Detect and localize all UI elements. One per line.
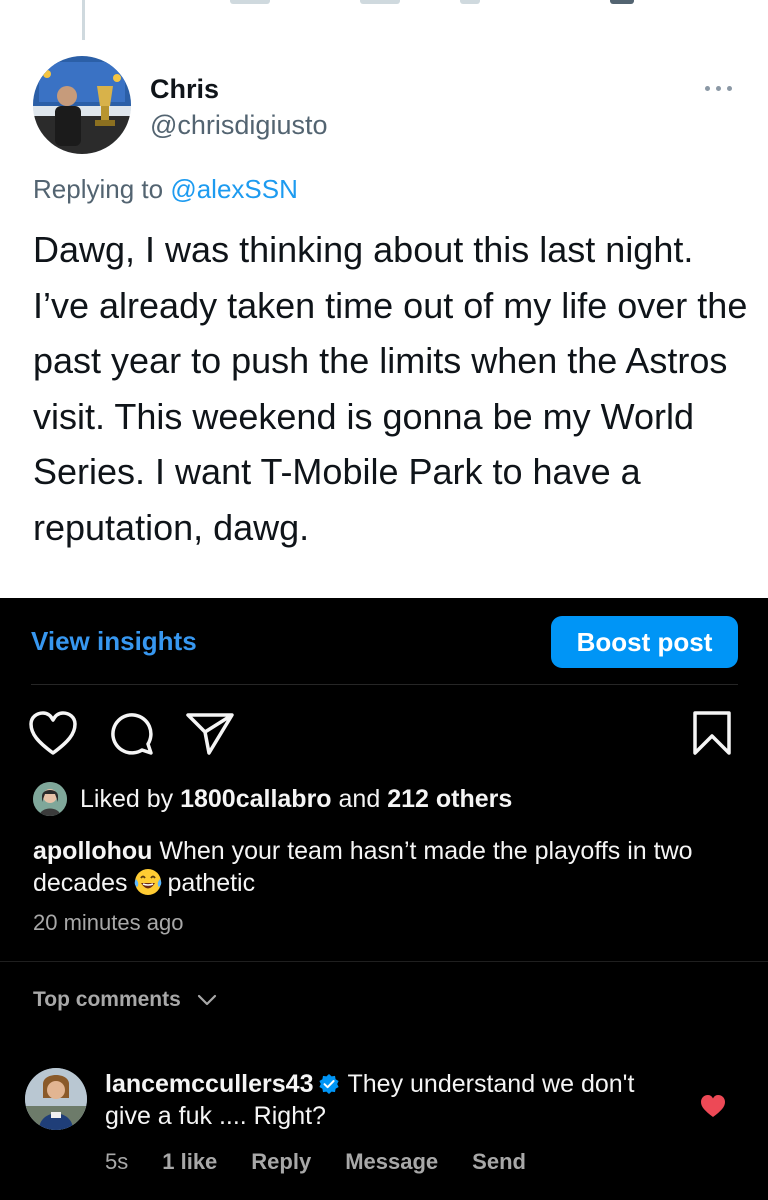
embedded-tweet: Chris @chrisdigiusto Replying to @alexSS… — [0, 0, 768, 598]
chevron-down-icon — [197, 994, 216, 1006]
replying-to-line: Replying to @alexSSN — [33, 174, 298, 205]
bookmark-icon[interactable] — [691, 710, 733, 756]
replying-to-handle[interactable]: @alexSSN — [170, 174, 298, 204]
laughing-tears-emoji-icon — [134, 869, 161, 895]
heart-outline-icon[interactable] — [28, 710, 78, 756]
paper-plane-icon[interactable] — [185, 710, 235, 756]
top-comments-label: Top comments — [33, 988, 181, 1011]
tweet-text: Dawg, I was thinking about this last nig… — [33, 229, 748, 548]
comment-actions-row: 5s 1 like Reply Message Send — [105, 1149, 560, 1175]
heart-filled-icon[interactable] — [700, 1094, 726, 1118]
liked-by-connector: and — [338, 784, 381, 813]
post-caption: apollohou When your team hasn’t made the… — [33, 836, 738, 899]
top-comments-sort[interactable]: Top comments — [33, 988, 217, 1012]
liked-by-others[interactable]: 212 others — [387, 785, 512, 814]
liked-by-user[interactable]: 1800callabro — [180, 785, 332, 814]
message-button[interactable]: Message — [345, 1149, 438, 1175]
divider — [31, 684, 738, 685]
boost-post-button[interactable]: Boost post — [551, 616, 738, 668]
reply-button[interactable]: Reply — [251, 1149, 311, 1175]
post-timestamp: 20 minutes ago — [33, 910, 184, 935]
view-insights-link[interactable]: View insights — [31, 626, 197, 657]
caption-text-end: pathetic — [167, 869, 256, 897]
comment-likes-count[interactable]: 1 like — [162, 1149, 217, 1175]
author-avatar[interactable] — [33, 56, 131, 154]
liker-avatar[interactable] — [33, 782, 67, 816]
liked-by-row[interactable]: Liked by 1800callabro and 212 others — [33, 782, 512, 816]
cropped-tweet-actions — [230, 0, 650, 6]
comment-text-block: lancemccullers43 They understand we don'… — [105, 1068, 675, 1132]
caption-username[interactable]: apollohou — [33, 837, 152, 865]
comment-username[interactable]: lancemccullers43 — [105, 1070, 313, 1098]
verified-badge-icon — [319, 1074, 340, 1094]
commenter-avatar[interactable] — [25, 1068, 87, 1130]
send-button[interactable]: Send — [472, 1149, 526, 1175]
author-name[interactable]: Chris — [150, 74, 219, 105]
liked-by-prefix: Liked by — [80, 784, 174, 813]
more-horizontal-icon[interactable] — [703, 82, 735, 96]
comment-bubble-icon[interactable] — [108, 710, 154, 756]
comment-age: 5s — [105, 1149, 129, 1174]
thread-connector-line — [82, 0, 85, 40]
replying-prefix: Replying to — [33, 174, 164, 204]
divider — [0, 961, 768, 962]
author-handle[interactable]: @chrisdigiusto — [150, 110, 327, 141]
